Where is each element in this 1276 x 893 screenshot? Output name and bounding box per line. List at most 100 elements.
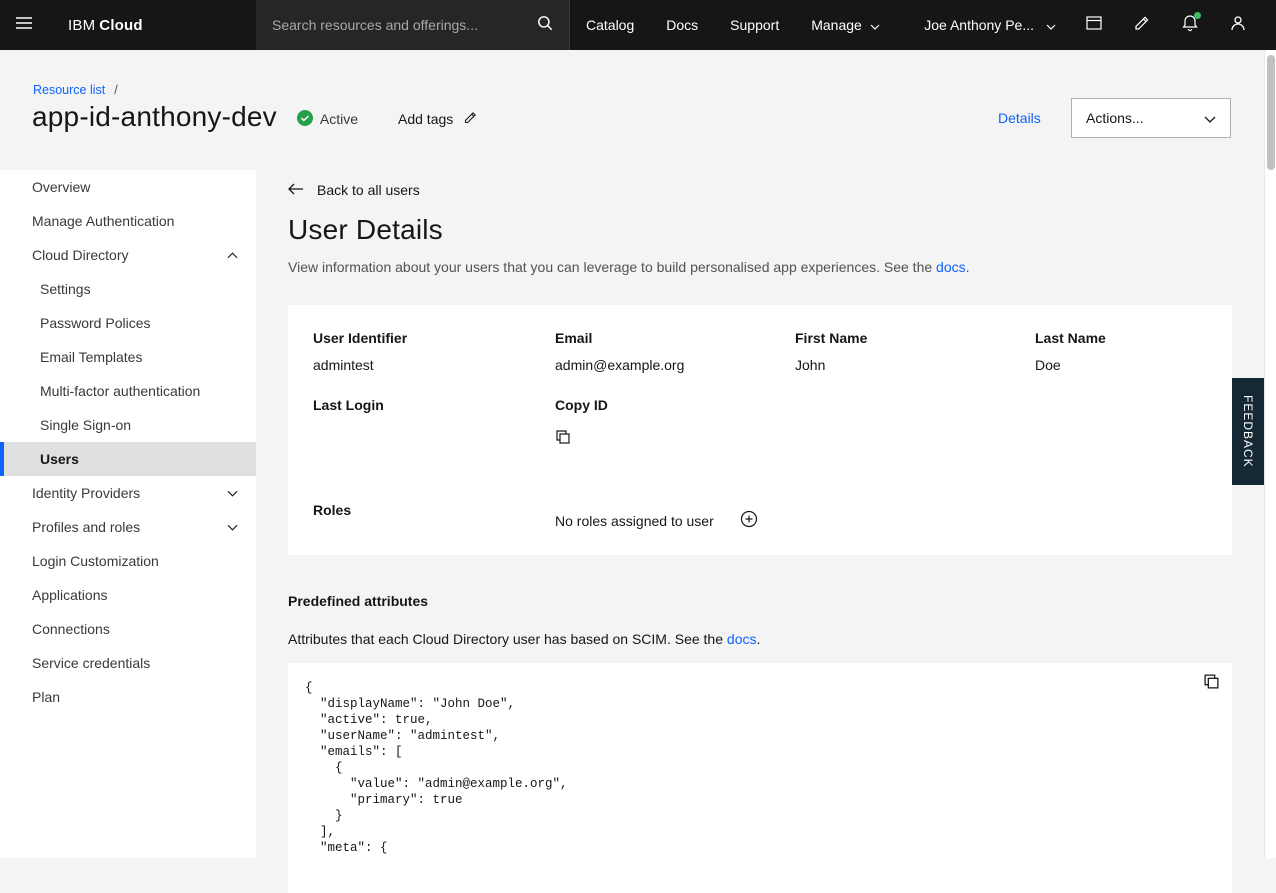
field-value: John	[795, 357, 1035, 373]
sidebar-item-label: Plan	[32, 689, 60, 705]
sidebar-item-label: Connections	[32, 621, 110, 637]
search-button[interactable]	[521, 0, 569, 50]
user-details-card: User Identifier admintest Email admin@ex…	[288, 305, 1232, 555]
page-scrollbar[interactable]	[1264, 50, 1276, 858]
breadcrumb: Resource list /	[33, 83, 118, 97]
hamburger-menu-button[interactable]	[0, 0, 48, 50]
sidebar-item-label: Settings	[40, 281, 91, 297]
fields-row-1: User Identifier admintest Email admin@ex…	[313, 330, 1207, 373]
header-nav: Catalog Docs Support Manage	[570, 0, 896, 50]
user-details-intro: View information about your users that y…	[288, 259, 1232, 275]
sidebar-item-applications[interactable]: Applications	[0, 578, 256, 612]
avatar-icon	[1228, 13, 1248, 38]
ibm-cloud-logo[interactable]: IBM Cloud	[68, 0, 256, 50]
sidebar-item-password-polices[interactable]: Password Polices	[0, 306, 256, 340]
actions-dropdown-label: Actions...	[1086, 110, 1144, 126]
sidebar-item-profiles-and-roles[interactable]: Profiles and roles	[0, 510, 256, 544]
brand-ibm: IBM	[68, 17, 95, 34]
brand-cloud: Cloud	[99, 17, 143, 34]
feedback-tab[interactable]: FEEDBACK	[1232, 378, 1264, 485]
sidebar-item-email-templates[interactable]: Email Templates	[0, 340, 256, 374]
account-name: Joe Anthony Pe...	[924, 17, 1034, 33]
roles-value: No roles assigned to user	[555, 502, 1035, 531]
nav-catalog-label: Catalog	[586, 17, 634, 33]
actions-dropdown[interactable]: Actions...	[1071, 98, 1231, 138]
copy-code-button[interactable]	[1203, 673, 1220, 695]
predefined-attributes-title: Predefined attributes	[288, 593, 1232, 609]
intro-period: .	[966, 259, 970, 275]
chevron-down-icon	[1204, 110, 1216, 126]
sidebar-nav: Overview Manage Authentication Cloud Dir…	[0, 170, 256, 858]
copy-icon	[555, 429, 571, 450]
roles-empty-text: No roles assigned to user	[555, 513, 714, 529]
sidebar-item-users[interactable]: Users	[0, 442, 256, 476]
add-role-button[interactable]	[740, 510, 758, 531]
sidebar-item-identity-providers[interactable]: Identity Providers	[0, 476, 256, 510]
plus-circle-icon	[740, 510, 758, 531]
account-switcher[interactable]: Joe Anthony Pe...	[910, 0, 1070, 50]
intro-text: View information about your users that y…	[288, 259, 936, 275]
sidebar-item-single-sign-on[interactable]: Single Sign-on	[0, 408, 256, 442]
scrollbar-thumb[interactable]	[1267, 55, 1275, 170]
window-icon	[1085, 14, 1103, 37]
field-user-identifier: User Identifier admintest	[313, 330, 555, 373]
sidebar-item-multi-factor-authentication[interactable]: Multi-factor authentication	[0, 374, 256, 408]
check-circle-icon	[297, 110, 313, 129]
field-value: admin@example.org	[555, 357, 795, 373]
status-badge-label: Active	[320, 111, 358, 127]
window-button[interactable]	[1070, 0, 1118, 50]
field-value: admintest	[313, 357, 555, 373]
add-tags-label: Add tags	[398, 111, 453, 127]
add-tags-button[interactable]: Add tags	[398, 110, 478, 128]
field-label: Last Login	[313, 397, 555, 413]
header-right: Joe Anthony Pe...	[910, 0, 1276, 50]
details-link[interactable]: Details	[998, 110, 1041, 126]
edit-tags-icon[interactable]	[463, 110, 478, 128]
sidebar-item-plan[interactable]: Plan	[0, 680, 256, 714]
sidebar-item-settings[interactable]: Settings	[0, 272, 256, 306]
nav-support[interactable]: Support	[714, 0, 795, 50]
sidebar-item-cloud-directory[interactable]: Cloud Directory	[0, 238, 256, 272]
hamburger-icon	[14, 13, 34, 38]
sidebar-item-label: Password Polices	[40, 315, 151, 331]
chevron-up-icon	[227, 252, 238, 259]
sidebar-item-label: Users	[40, 451, 79, 467]
sidebar-item-label: Applications	[32, 587, 108, 603]
sidebar-item-label: Identity Providers	[32, 485, 140, 501]
chevron-down-icon	[1046, 17, 1056, 33]
chevron-down-icon	[227, 524, 238, 531]
field-label: Roles	[313, 502, 555, 518]
nav-support-label: Support	[730, 17, 779, 33]
sidebar-item-manage-authentication[interactable]: Manage Authentication	[0, 204, 256, 238]
nav-docs[interactable]: Docs	[650, 0, 714, 50]
nav-catalog[interactable]: Catalog	[570, 0, 650, 50]
field-label: First Name	[795, 330, 1035, 346]
chevron-down-icon	[870, 17, 880, 33]
status-badge: Active	[297, 110, 358, 129]
nav-manage[interactable]: Manage	[795, 0, 896, 50]
field-last-name: Last Name Doe	[1035, 330, 1207, 373]
field-email: Email admin@example.org	[555, 330, 795, 373]
breadcrumb-resource-list[interactable]: Resource list	[33, 83, 105, 97]
predefined-attributes-intro: Attributes that each Cloud Directory use…	[288, 631, 1232, 647]
docs-link[interactable]: docs	[727, 631, 757, 647]
fields-row-2: Last Login Copy ID	[313, 397, 1207, 450]
field-last-login: Last Login	[313, 397, 555, 450]
docs-link[interactable]: docs	[936, 259, 966, 275]
field-first-name: First Name John	[795, 330, 1035, 373]
sidebar-item-login-customization[interactable]: Login Customization	[0, 544, 256, 578]
back-to-all-users-link[interactable]: Back to all users	[288, 182, 1232, 198]
page-title: app-id-anthony-dev	[32, 101, 277, 133]
copy-id-button[interactable]	[555, 429, 571, 450]
edit-button[interactable]	[1118, 0, 1166, 50]
profile-button[interactable]	[1214, 0, 1262, 50]
sidebar-item-label: Cloud Directory	[32, 247, 128, 263]
notifications-button[interactable]	[1166, 0, 1214, 50]
sidebar-item-overview[interactable]: Overview	[0, 170, 256, 204]
page-title-row: app-id-anthony-dev Active Add tags	[32, 101, 478, 133]
sidebar-item-connections[interactable]: Connections	[0, 612, 256, 646]
search-input[interactable]	[256, 0, 521, 50]
sidebar-item-service-credentials[interactable]: Service credentials	[0, 646, 256, 680]
field-label: Copy ID	[555, 397, 795, 413]
fields-row-3: Roles No roles assigned to user	[313, 502, 1207, 531]
